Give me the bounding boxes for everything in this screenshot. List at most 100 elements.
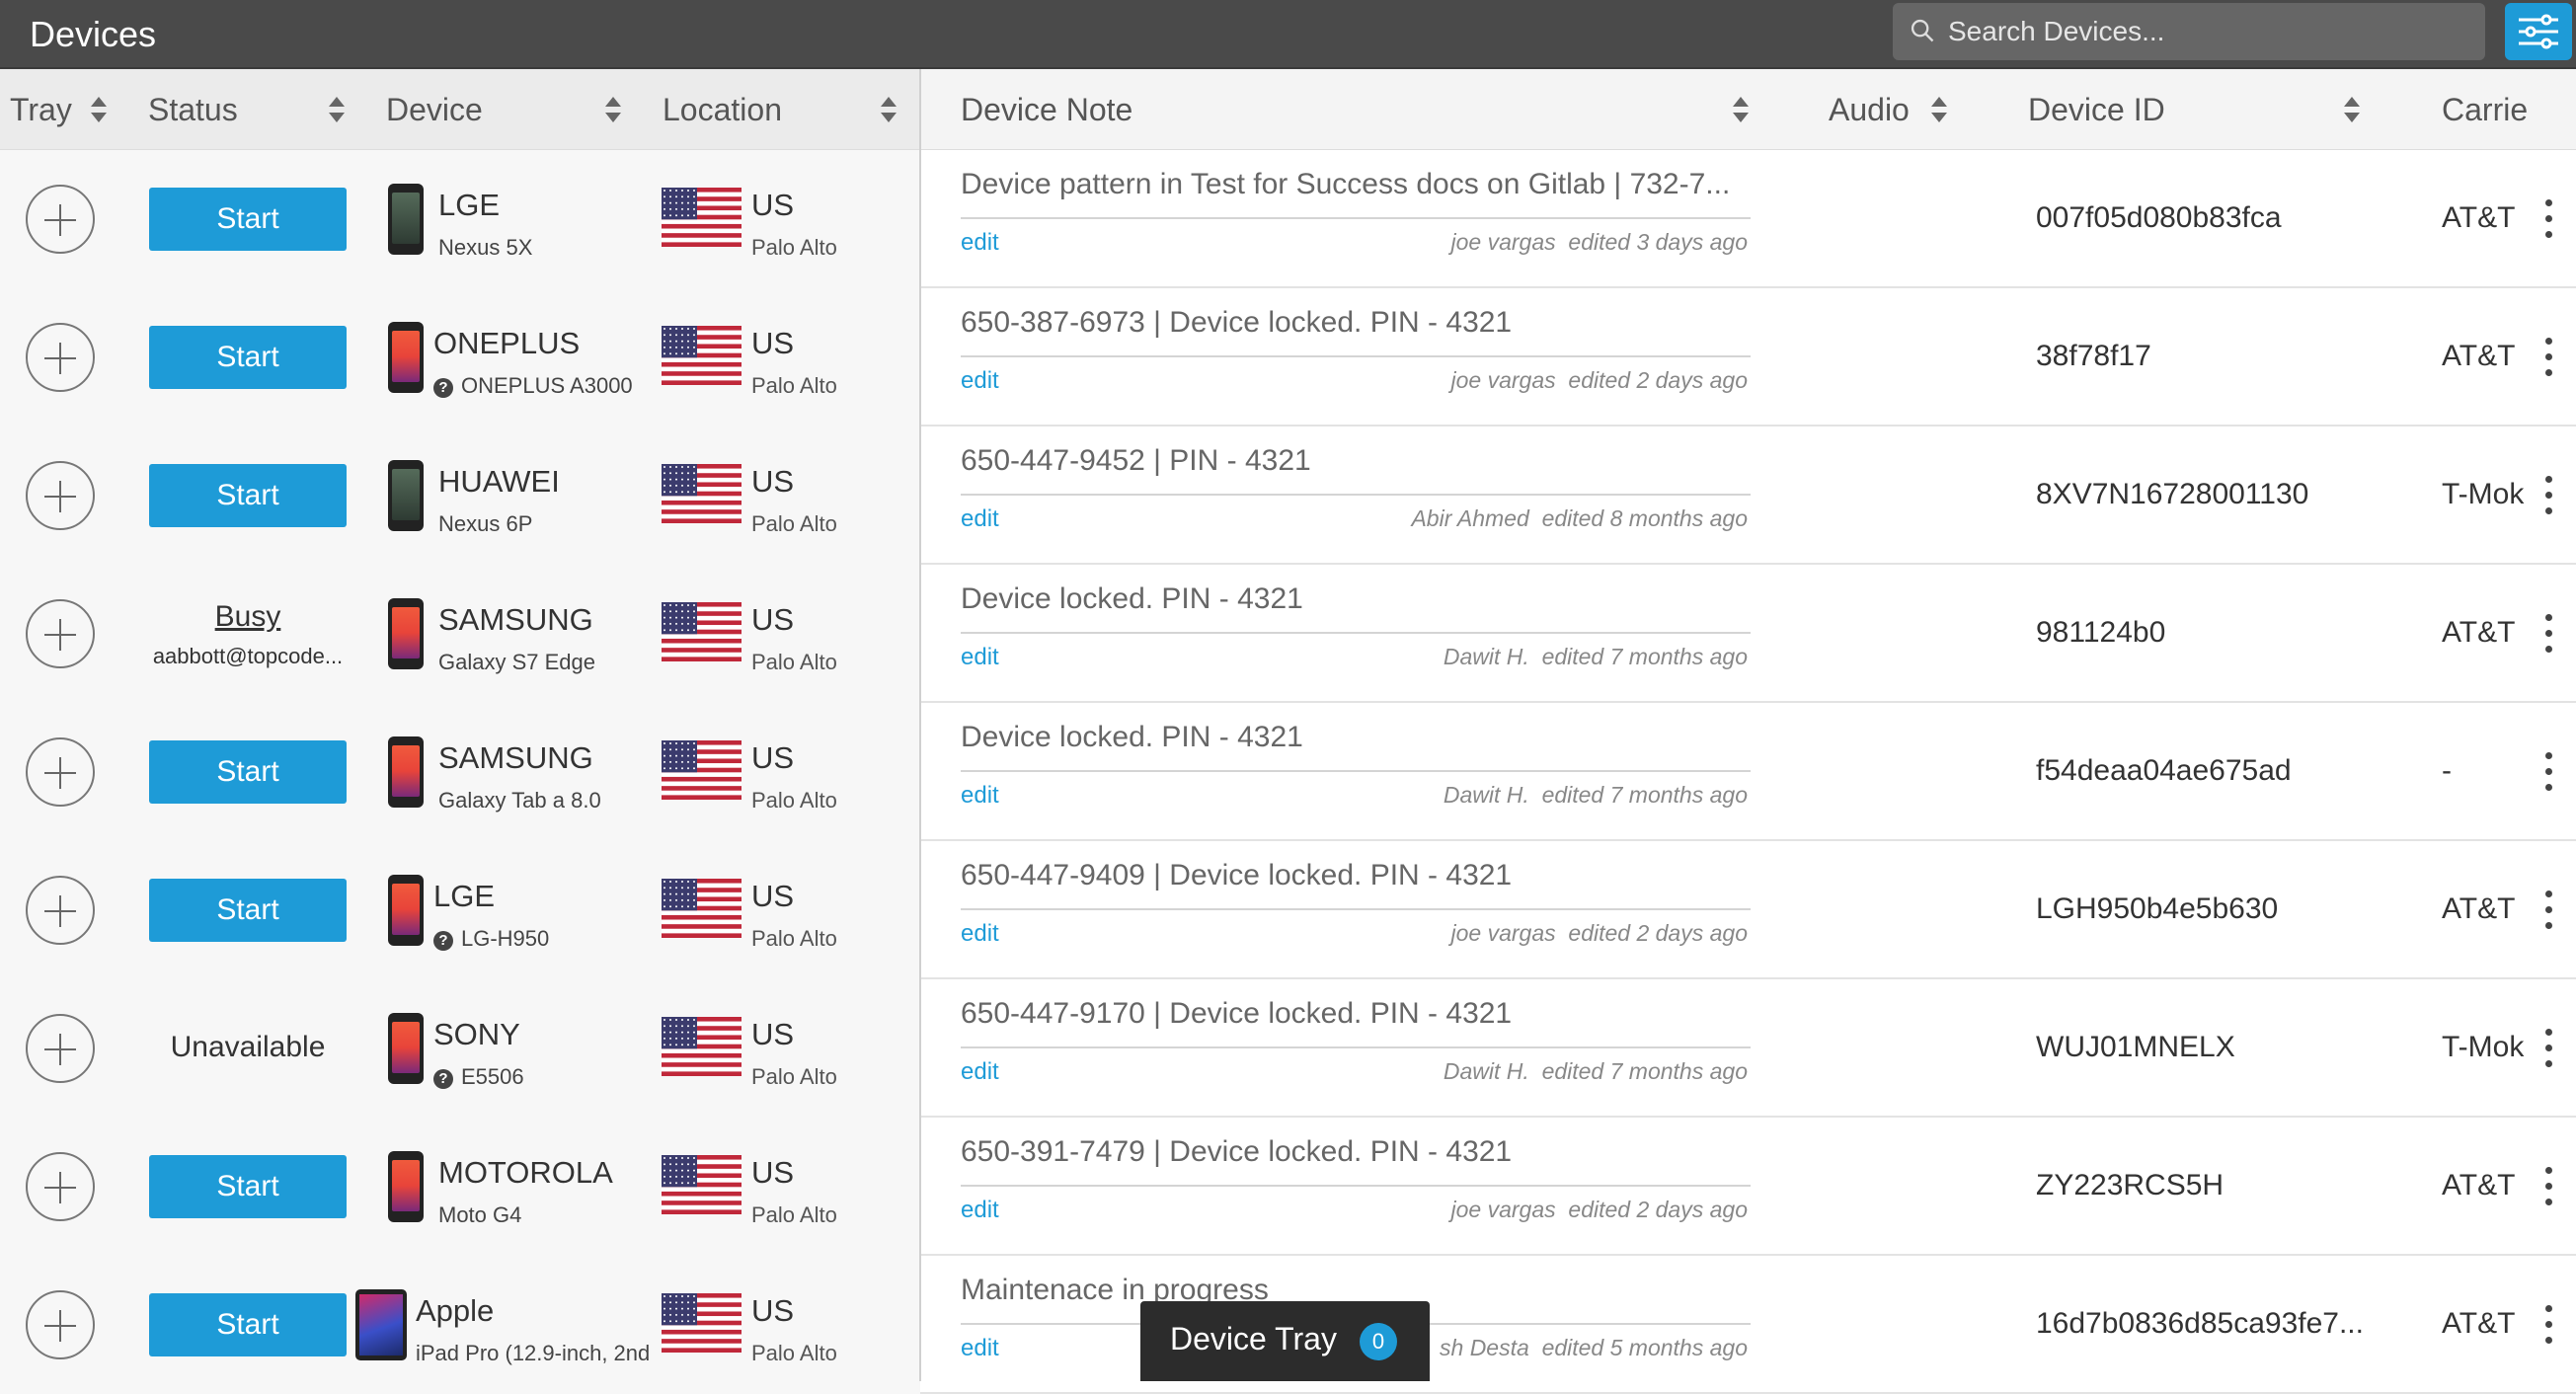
device-model-line: ? ONEPLUS A3000 xyxy=(433,373,633,399)
help-icon[interactable]: ? xyxy=(433,1069,453,1089)
edit-note-link[interactable]: edit xyxy=(961,367,999,395)
help-icon[interactable]: ? xyxy=(433,378,453,398)
add-to-tray-icon[interactable] xyxy=(26,737,95,807)
more-options-icon[interactable] xyxy=(2543,614,2553,654)
more-options-icon[interactable] xyxy=(2543,891,2553,930)
start-button[interactable]: Start xyxy=(149,326,347,389)
more-options-icon[interactable] xyxy=(2543,1167,2553,1206)
table-row: Start MOTOROLA Moto G4 US Palo Alto 650-… xyxy=(0,1118,2576,1256)
device-id: 981124b0 xyxy=(2036,616,2166,649)
more-options-icon[interactable] xyxy=(2543,1305,2553,1345)
device-model-line: iPad Pro (12.9-inch, 2nd xyxy=(416,1341,650,1366)
note-edited-time: edited 3 days ago xyxy=(1568,229,1748,255)
note-editor-name: joe vargas xyxy=(1450,229,1556,255)
edit-note-link[interactable]: edit xyxy=(961,782,999,810)
edit-note-link[interactable]: edit xyxy=(961,1197,999,1224)
search-box[interactable] xyxy=(1893,3,2485,60)
device-tray-toggle[interactable]: Device Tray 0 xyxy=(1140,1301,1430,1381)
add-to-tray-icon[interactable] xyxy=(26,599,95,668)
device-note-text[interactable]: Device locked. PIN - 4321 xyxy=(961,721,1751,754)
device-id: 38f78f17 xyxy=(2036,340,2151,372)
us-flag-icon xyxy=(662,1293,742,1354)
sort-location-icon[interactable] xyxy=(880,95,898,124)
note-underline xyxy=(961,908,1751,910)
edit-note-link[interactable]: edit xyxy=(961,1058,999,1086)
column-header-carrier[interactable]: Carrie xyxy=(2442,69,2528,150)
add-to-tray-icon[interactable] xyxy=(26,876,95,945)
more-options-icon[interactable] xyxy=(2543,338,2553,377)
note-edit-meta: joe vargas edited 2 days ago xyxy=(1451,920,1749,947)
filter-settings-button[interactable] xyxy=(2505,3,2572,60)
start-button[interactable]: Start xyxy=(149,1155,347,1218)
device-note-text[interactable]: 650-391-7479 | Device locked. PIN - 4321 xyxy=(961,1135,1751,1169)
more-options-icon[interactable] xyxy=(2543,199,2553,239)
sort-status-icon[interactable] xyxy=(328,95,346,124)
start-button[interactable]: Start xyxy=(149,188,347,251)
edit-note-link[interactable]: edit xyxy=(961,1335,999,1362)
more-options-icon[interactable] xyxy=(2543,1029,2553,1068)
carrier-name: - xyxy=(2442,754,2452,787)
device-note-text[interactable]: 650-387-6973 | Device locked. PIN - 4321 xyxy=(961,306,1751,340)
location-country: US xyxy=(751,464,795,499)
note-underline xyxy=(961,770,1751,772)
column-header-tray[interactable]: Tray xyxy=(10,69,72,150)
edit-note-link[interactable]: edit xyxy=(961,644,999,671)
device-note-text[interactable]: 650-447-9452 | PIN - 4321 xyxy=(961,444,1751,478)
device-note-text[interactable]: 650-447-9170 | Device locked. PIN - 4321 xyxy=(961,997,1751,1031)
column-header-location[interactable]: Location xyxy=(663,69,782,150)
more-options-icon[interactable] xyxy=(2543,476,2553,515)
start-button[interactable]: Start xyxy=(149,1293,347,1356)
top-bar: Devices xyxy=(0,0,2576,69)
device-note-text[interactable]: Device pattern in Test for Success docs … xyxy=(961,168,1751,201)
us-flag-icon xyxy=(662,464,742,524)
add-to-tray-icon[interactable] xyxy=(26,185,95,254)
us-flag-icon xyxy=(662,740,742,801)
device-model-line: ? E5506 xyxy=(433,1064,524,1090)
add-to-tray-icon[interactable] xyxy=(26,1014,95,1083)
search-input[interactable] xyxy=(1948,3,2471,60)
column-header-device-note[interactable]: Device Note xyxy=(961,69,1132,150)
pane-divider xyxy=(919,69,921,1381)
note-edit-meta: Dawit H. edited 7 months ago xyxy=(1444,644,1748,670)
us-flag-icon xyxy=(662,879,742,939)
carrier-name: AT&T xyxy=(2442,1169,2516,1201)
sort-device-icon[interactable] xyxy=(604,95,622,124)
device-model: Nexus 5X xyxy=(438,235,533,260)
column-header-audio[interactable]: Audio xyxy=(1829,69,1910,150)
edit-note-link[interactable]: edit xyxy=(961,920,999,948)
device-note-text[interactable]: Device locked. PIN - 4321 xyxy=(961,582,1751,616)
busy-status-link[interactable]: Busy xyxy=(138,600,357,634)
note-edited-time: edited 5 months ago xyxy=(1541,1335,1748,1360)
add-to-tray-icon[interactable] xyxy=(26,1290,95,1359)
note-underline xyxy=(961,355,1751,357)
sort-device-id-icon[interactable] xyxy=(2343,95,2361,124)
more-options-icon[interactable] xyxy=(2543,752,2553,792)
start-button[interactable]: Start xyxy=(149,879,347,942)
us-flag-icon xyxy=(662,602,742,662)
sort-tray-icon[interactable] xyxy=(90,95,108,124)
device-model: Galaxy Tab a 8.0 xyxy=(438,788,601,813)
edit-note-link[interactable]: edit xyxy=(961,505,999,533)
sort-audio-icon[interactable] xyxy=(1930,95,1948,124)
note-underline xyxy=(961,1046,1751,1048)
note-edited-time: edited 7 months ago xyxy=(1541,1058,1748,1084)
column-header-status[interactable]: Status xyxy=(148,69,238,150)
start-button[interactable]: Start xyxy=(149,464,347,527)
add-to-tray-icon[interactable] xyxy=(26,461,95,530)
note-editor-name: Dawit H. xyxy=(1443,644,1529,669)
location-country: US xyxy=(751,1017,795,1051)
device-note-text[interactable]: 650-447-9409 | Device locked. PIN - 4321 xyxy=(961,859,1751,892)
add-to-tray-icon[interactable] xyxy=(26,323,95,392)
add-to-tray-icon[interactable] xyxy=(26,1152,95,1221)
help-icon[interactable]: ? xyxy=(433,931,453,951)
location-country: US xyxy=(751,188,795,222)
column-header-device[interactable]: Device xyxy=(386,69,483,150)
location-country: US xyxy=(751,602,795,637)
us-flag-icon xyxy=(662,188,742,248)
note-edited-time: edited 8 months ago xyxy=(1541,505,1748,531)
note-edit-meta: joe vargas edited 2 days ago xyxy=(1451,1197,1749,1223)
start-button[interactable]: Start xyxy=(149,740,347,804)
column-header-device-id[interactable]: Device ID xyxy=(2028,69,2165,150)
sort-note-icon[interactable] xyxy=(1732,95,1750,124)
edit-note-link[interactable]: edit xyxy=(961,229,999,257)
